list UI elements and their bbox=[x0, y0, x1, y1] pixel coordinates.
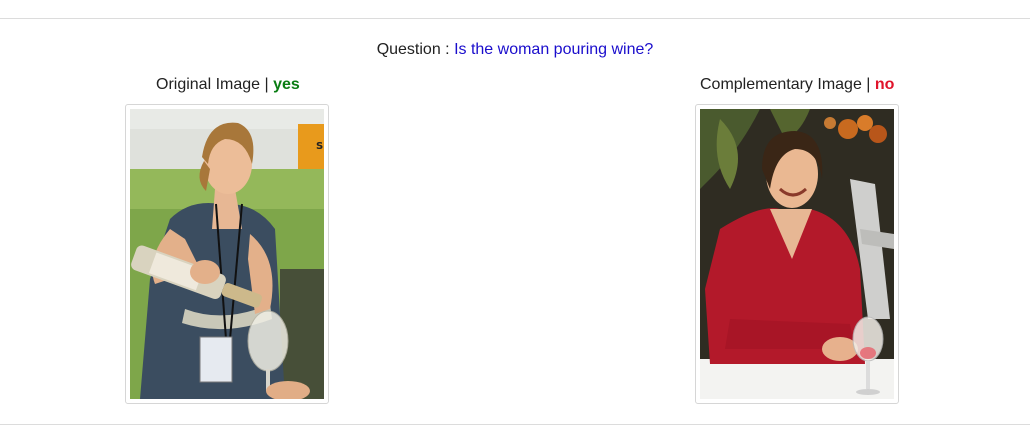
question-line: Question : Is the woman pouring wine? bbox=[0, 40, 1030, 60]
bottom-divider bbox=[0, 424, 1030, 425]
complementary-caption: Complementary Image | no bbox=[700, 75, 894, 95]
top-divider bbox=[0, 18, 1030, 19]
svg-text:S: S bbox=[316, 141, 323, 152]
complementary-label: Complementary Image bbox=[700, 76, 862, 93]
original-photo: S bbox=[130, 109, 324, 399]
complementary-separator: | bbox=[861, 76, 875, 93]
vqa-pair-page: Question : Is the woman pouring wine? Or… bbox=[0, 0, 1030, 444]
complementary-image-frame bbox=[695, 104, 899, 404]
complementary-photo bbox=[700, 109, 894, 399]
original-label: Original Image bbox=[156, 76, 261, 93]
original-separator: | bbox=[260, 76, 274, 93]
question-prefix: Question : bbox=[376, 41, 455, 58]
original-answer: yes bbox=[273, 76, 300, 93]
question-text: Is the woman pouring wine? bbox=[454, 41, 654, 58]
complementary-answer: no bbox=[874, 76, 895, 93]
original-image-frame: S bbox=[125, 104, 329, 404]
original-caption: Original Image | yes bbox=[156, 75, 300, 95]
